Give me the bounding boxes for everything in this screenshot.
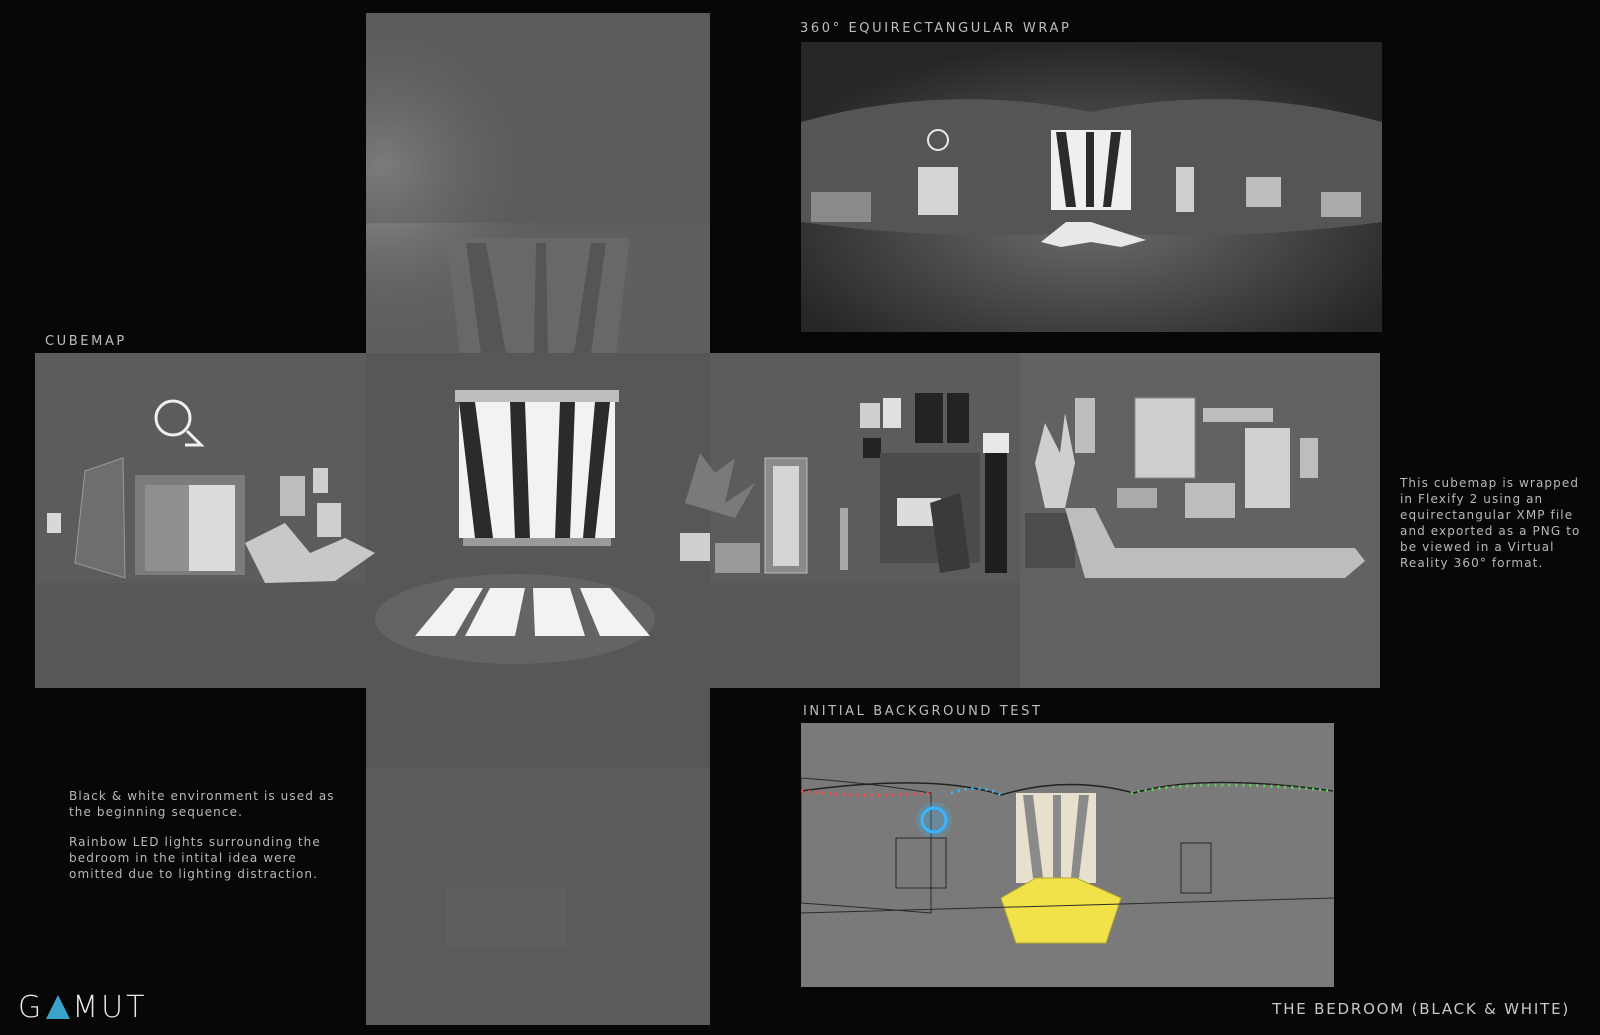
equirect-wrap-image: [801, 42, 1382, 332]
sheet-title: THE BEDROOM (BLACK & WHITE): [1272, 1000, 1570, 1018]
logo-triangle-icon: [46, 995, 71, 1019]
initial-test-label: INITIAL BACKGROUND TEST: [803, 704, 1043, 719]
logo-text-left: G: [18, 990, 45, 1025]
cubemap-label: CUBEMAP: [45, 334, 127, 349]
cubemap-note: This cubemap is wrapped in Flexify 2 usi…: [1400, 476, 1581, 570]
cubemap-middle-strip: [35, 353, 1380, 688]
equirect-label: 360° EQUIRECTANGULAR WRAP: [800, 21, 1072, 36]
cubemap-bottom-face: [366, 688, 710, 1025]
left-note-2: Rainbow LED lights surrounding the bedro…: [69, 835, 321, 881]
logo-text-right: MUT: [72, 990, 148, 1025]
gamut-logo: G MUT: [18, 990, 147, 1025]
left-note-1: Black & white environment is used as the…: [69, 789, 335, 819]
initial-background-test-image: [801, 723, 1334, 987]
left-notes: Black & white environment is used as the…: [69, 788, 339, 896]
cubemap-top-face: [366, 13, 710, 353]
